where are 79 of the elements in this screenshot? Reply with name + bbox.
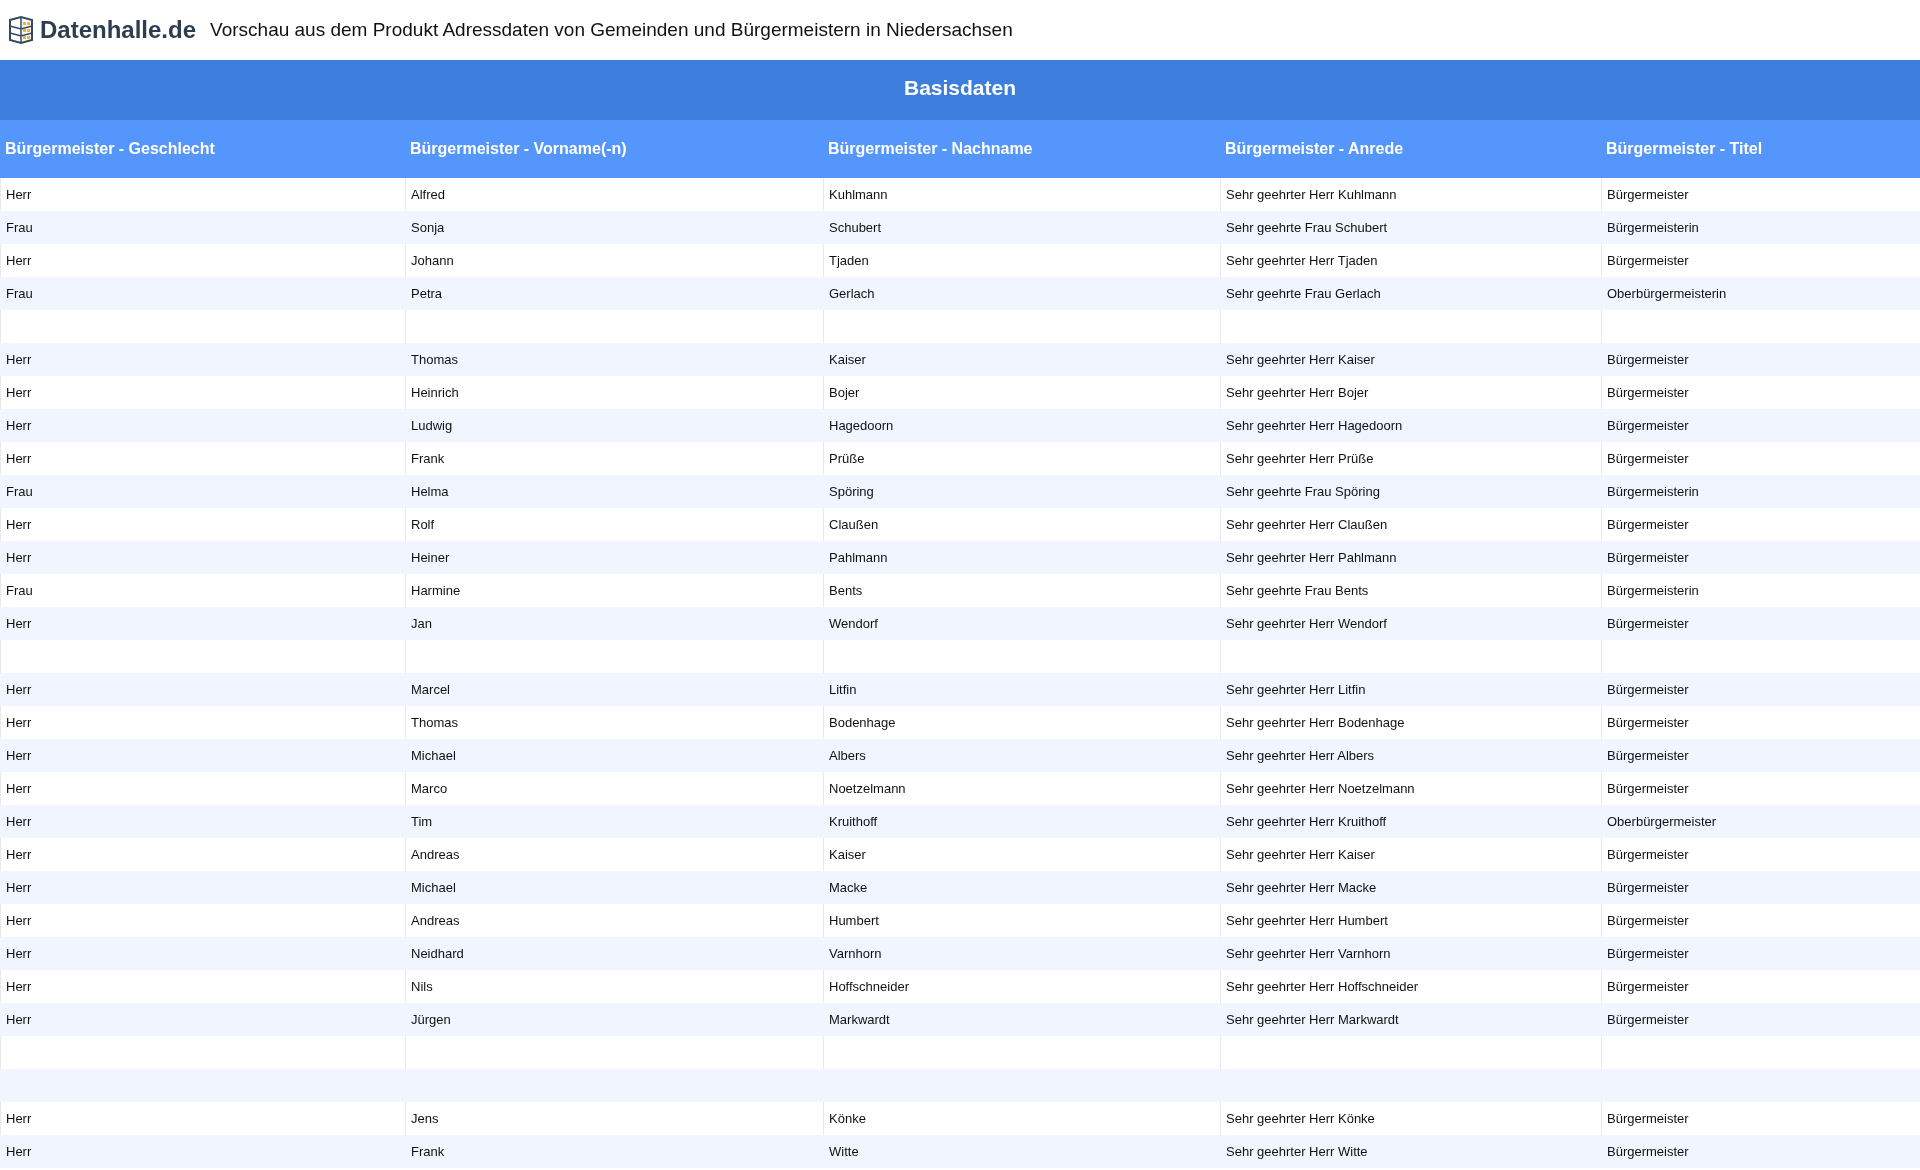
table-cell: Bürgermeister <box>1601 673 1920 706</box>
table-cell: Kruithoff <box>823 805 1220 838</box>
table-cell: Pahlmann <box>823 541 1220 574</box>
table-cell: Frau <box>0 211 405 244</box>
table-cell: Albers <box>823 739 1220 772</box>
column-header: Bürgermeister - Geschlecht <box>0 120 405 178</box>
table-cell: Gerlach <box>823 277 1220 310</box>
table-cell: Sehr geehrter Herr Kaiser <box>1220 343 1601 376</box>
table-cell: Bürgermeisterin <box>1601 475 1920 508</box>
table-cell: Hagedoorn <box>823 409 1220 442</box>
table-cell: Oberbürgermeister <box>1601 805 1920 838</box>
table-cell: Sehr geehrter Herr Markwardt <box>1220 1003 1601 1036</box>
table-cell: Litfin <box>823 673 1220 706</box>
table-cell: Helma <box>405 475 823 508</box>
table-cell: Marcel <box>405 673 823 706</box>
table-cell: Herr <box>0 673 405 706</box>
table-cell: Witte <box>823 1135 1220 1168</box>
table-cell: Herr <box>0 541 405 574</box>
table-cell: Herr <box>0 805 405 838</box>
table-cell: Herr <box>0 739 405 772</box>
column-header: Bürgermeister - Titel <box>1601 120 1920 178</box>
table-cell: Sehr geehrte Frau Spöring <box>1220 475 1601 508</box>
column-header: Bürgermeister - Anrede <box>1220 120 1601 178</box>
table-cell: Bürgermeisterin <box>1601 211 1920 244</box>
table-cell: Sehr geehrte Frau Gerlach <box>1220 277 1601 310</box>
table-cell: Michael <box>405 871 823 904</box>
table-cell: Sehr geehrter Herr Wendorf <box>1220 607 1601 640</box>
table-cell: Bürgermeister <box>1601 343 1920 376</box>
table-cell: Heiner <box>405 541 823 574</box>
table-cell: Sehr geehrter Herr Pahlmann <box>1220 541 1601 574</box>
table-cell: Bürgermeister <box>1601 1003 1920 1036</box>
table-cell: Jürgen <box>405 1003 823 1036</box>
table-cell: Sonja <box>405 211 823 244</box>
table-cell: Sehr geehrter Herr Macke <box>1220 871 1601 904</box>
table-cell: Herr <box>0 1135 405 1168</box>
table-cell: Spöring <box>823 475 1220 508</box>
database-logo-icon <box>6 15 36 45</box>
table-cell: Tim <box>405 805 823 838</box>
table-cell: Frau <box>0 277 405 310</box>
table-cell: Varnhorn <box>823 937 1220 970</box>
table-cell: Jan <box>405 607 823 640</box>
table-cell: Bürgermeister <box>1601 937 1920 970</box>
table-cell: Herr <box>0 409 405 442</box>
table-cell: Frau <box>0 475 405 508</box>
table-cell: Michael <box>405 739 823 772</box>
table-cell: Bürgermeister <box>1601 607 1920 640</box>
table-cell: Markwardt <box>823 1003 1220 1036</box>
table-cell: Bürgermeister <box>1601 541 1920 574</box>
table-cell: Sehr geehrter Herr Kruithoff <box>1220 805 1601 838</box>
table-cell: Schubert <box>823 211 1220 244</box>
table-cell: Sehr geehrter Herr Litfin <box>1220 673 1601 706</box>
table-cell: Sehr geehrter Herr Witte <box>1220 1135 1601 1168</box>
table-cell: Herr <box>0 871 405 904</box>
table-cell: Frank <box>405 1135 823 1168</box>
column-header: Bürgermeister - Nachname <box>823 120 1220 178</box>
page-title: Vorschau aus dem Produkt Adressdaten von Gemeinden und Bürgermeistern in Niedersachsen <box>210 19 1013 41</box>
table-cell: Bürgermeister <box>1601 409 1920 442</box>
table-cell: Bürgermeister <box>1601 871 1920 904</box>
table-cell: Petra <box>405 277 823 310</box>
table-cell: Bürgermeister <box>1601 1135 1920 1168</box>
table-cell: Sehr geehrte Frau Schubert <box>1220 211 1601 244</box>
table-cell: Sehr geehrter Herr Hagedoorn <box>1220 409 1601 442</box>
table-cell: Neidhard <box>405 937 823 970</box>
table-cell: Herr <box>0 937 405 970</box>
table-cell: Kaiser <box>823 343 1220 376</box>
table-cell: Macke <box>823 871 1220 904</box>
table-cell: Herr <box>0 343 405 376</box>
table-cell: Sehr geehrter Herr Albers <box>1220 739 1601 772</box>
column-header: Bürgermeister - Vorname(-n) <box>405 120 823 178</box>
table-cell: Sehr geehrter Herr Varnhorn <box>1220 937 1601 970</box>
table-cell: Herr <box>0 607 405 640</box>
table-cell: Herr <box>0 1003 405 1036</box>
table-cell: Oberbürgermeisterin <box>1601 277 1920 310</box>
logo-text[interactable]: Datenhalle.de <box>40 16 197 44</box>
group-header: Basisdaten <box>0 60 1920 120</box>
table-cell: Ludwig <box>405 409 823 442</box>
table-cell: Thomas <box>405 343 823 376</box>
table-cell: Bürgermeister <box>1601 739 1920 772</box>
table-cell: Wendorf <box>823 607 1220 640</box>
